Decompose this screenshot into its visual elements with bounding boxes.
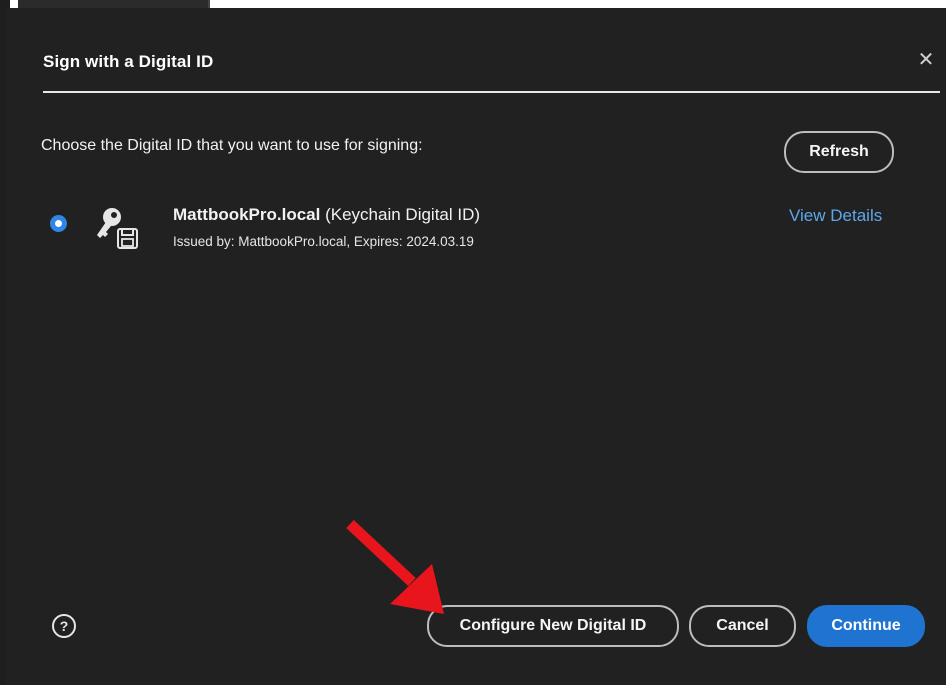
refresh-button[interactable]: Refresh [784,131,894,173]
background-window [0,0,951,8]
digital-id-type: (Keychain Digital ID) [325,205,481,224]
digital-id-host: MattbookPro.local [173,205,321,224]
dialog-title: Sign with a Digital ID [43,52,214,71]
digital-id-radio[interactable] [50,215,67,232]
key-lock-icon [97,208,138,249]
red-arrow-annotation [346,519,444,614]
cancel-button[interactable]: Cancel [689,605,796,647]
continue-button[interactable]: Continue [807,605,925,647]
dialog-header: Sign with a Digital ID ✕ [43,8,940,93]
background-toolbar [18,0,210,8]
close-icon[interactable]: ✕ [916,50,936,70]
instruction-text: Choose the Digital ID that you want to u… [41,137,423,154]
configure-new-digital-id-button[interactable]: Configure New Digital ID [427,605,679,647]
help-icon[interactable]: ? [52,614,76,638]
sign-with-digital-id-dialog: Sign with a Digital ID ✕ Choose the Digi… [6,8,946,685]
page: Sign with a Digital ID ✕ Choose the Digi… [0,0,951,685]
digital-id-name: MattbookPro.local (Keychain Digital ID) [173,205,480,225]
view-details-link[interactable]: View Details [789,206,882,226]
digital-id-list-item[interactable]: MattbookPro.local (Keychain Digital ID) … [46,198,906,258]
digital-id-issuer: Issued by: MattbookPro.local, Expires: 2… [173,234,474,249]
